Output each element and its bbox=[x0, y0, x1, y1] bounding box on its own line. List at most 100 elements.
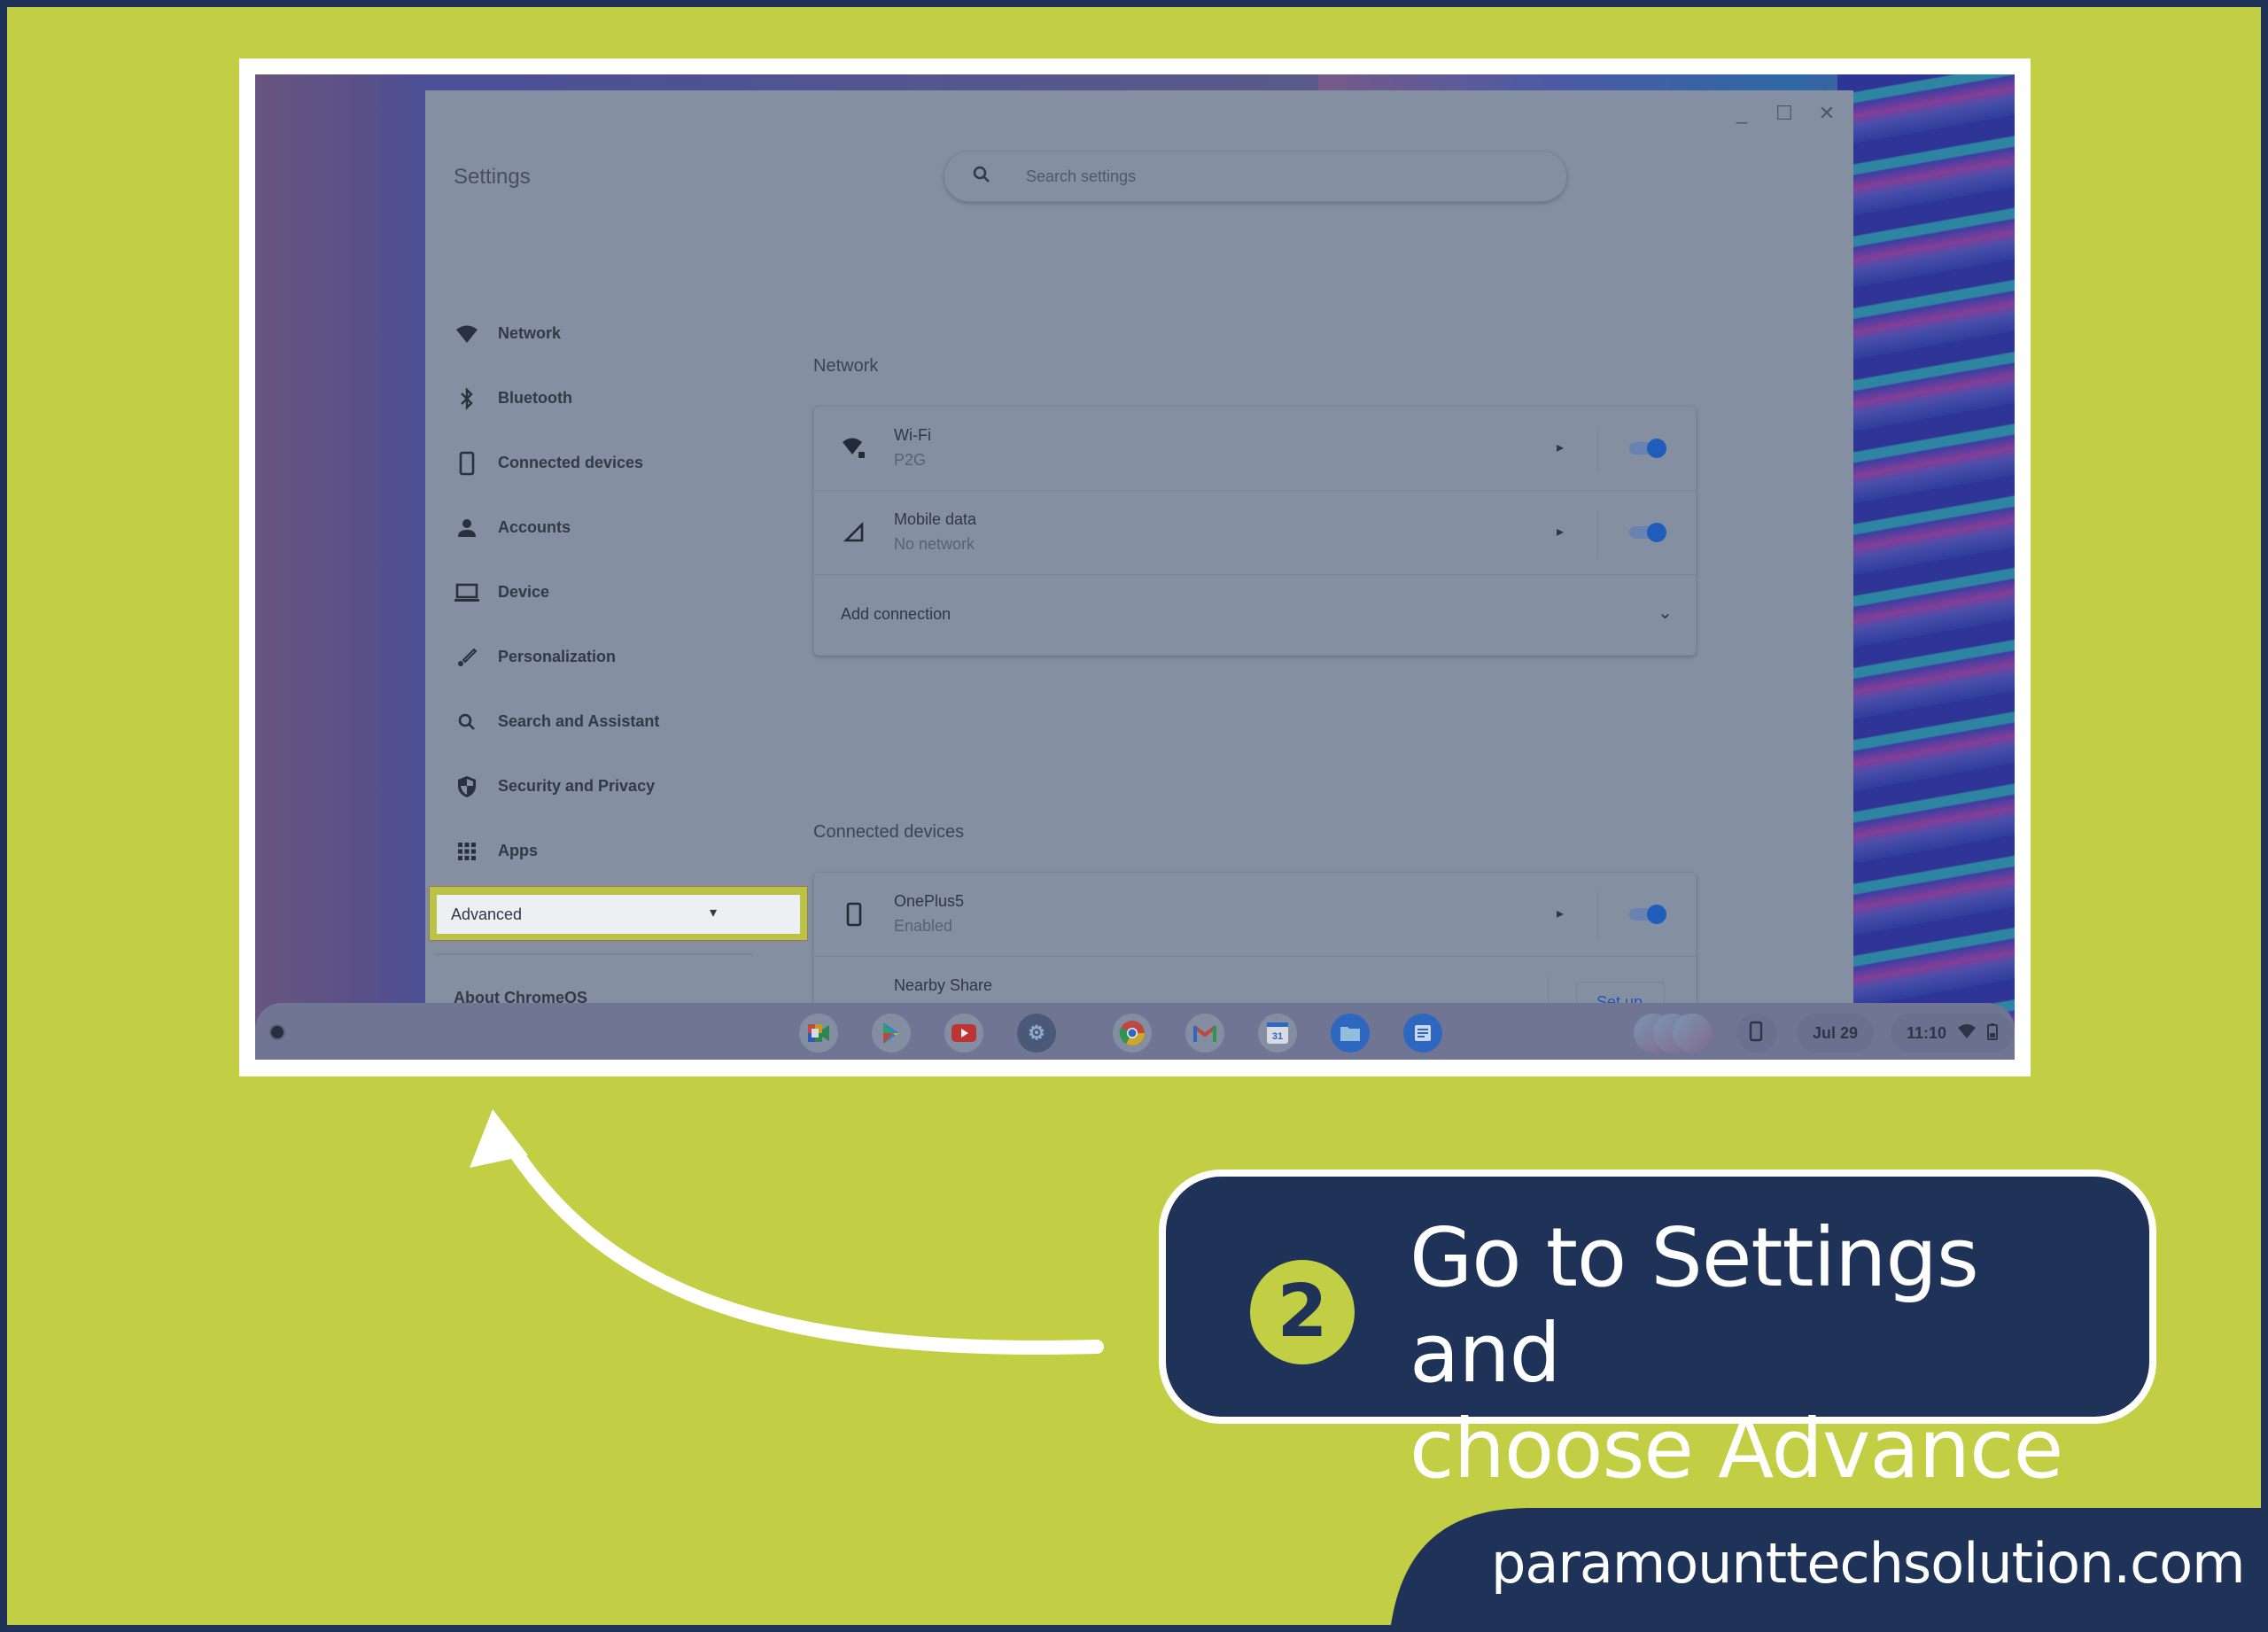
instruction-line-2: choose Advance bbox=[1410, 1402, 2063, 1496]
chevron-right-icon[interactable]: ▸ bbox=[1557, 523, 1564, 540]
shelf: ⚙ 31 Jul 29 11:10 bbox=[255, 1003, 2015, 1060]
battery-icon bbox=[1987, 1022, 1999, 1045]
device-status: Enabled bbox=[894, 917, 953, 935]
caret-down-icon: ▾ bbox=[710, 905, 718, 921]
window-controls: _ ☐ ✕ bbox=[1733, 104, 1836, 123]
sidebar-item-search-and-assistant[interactable]: Search and Assistant bbox=[425, 689, 797, 754]
sidebar-item-apps[interactable]: Apps bbox=[425, 819, 797, 883]
calendar-icon[interactable]: 31 bbox=[1258, 1014, 1297, 1053]
search-input[interactable]: Search settings bbox=[944, 151, 1567, 202]
wallpaper bbox=[1837, 74, 2015, 1060]
search-icon bbox=[971, 164, 992, 191]
settings-window: _ ☐ ✕ Settings Search settings Network B… bbox=[425, 90, 1853, 1060]
files-icon[interactable] bbox=[1331, 1014, 1370, 1053]
chevron-right-icon[interactable]: ▸ bbox=[1557, 439, 1564, 456]
apps-grid-icon bbox=[454, 838, 480, 865]
laptop-icon bbox=[454, 579, 480, 606]
wifi-lock-icon bbox=[841, 435, 867, 462]
phone-icon bbox=[454, 450, 480, 477]
wifi-title: Wi-Fi bbox=[894, 426, 931, 444]
device-name: OnePlus5 bbox=[894, 892, 965, 910]
phone-icon bbox=[1749, 1021, 1763, 1046]
sidebar-item-label: Device bbox=[498, 583, 550, 601]
youtube-icon[interactable] bbox=[944, 1014, 983, 1053]
sidebar-item-label: Search and Assistant bbox=[498, 712, 660, 730]
mobile-data-title: Mobile data bbox=[894, 510, 977, 528]
add-connection-label: Add connection bbox=[841, 605, 951, 623]
callout-body: 2 Go to Settings and choose Advance bbox=[1166, 1177, 2149, 1496]
sidebar-item-label: Network bbox=[498, 324, 562, 342]
oneplus5-row[interactable]: OnePlus5 Enabled ▸ bbox=[814, 873, 1696, 957]
sidebar-item-connected-devices[interactable]: Connected devices bbox=[425, 431, 797, 495]
sidebar-item-label: Apps bbox=[498, 842, 538, 859]
sidebar-item-device[interactable]: Device bbox=[425, 560, 797, 625]
date-label: Jul 29 bbox=[1813, 1023, 1859, 1042]
add-connection-row[interactable]: Add connection ⌄ bbox=[814, 575, 1696, 655]
sidebar-item-label: Connected devices bbox=[498, 454, 644, 471]
wifi-row[interactable]: Wi-Fi P2G ▸ bbox=[814, 407, 1696, 491]
launcher-button[interactable] bbox=[269, 1024, 285, 1040]
close-icon[interactable]: ✕ bbox=[1818, 104, 1836, 123]
step-callout: 2 Go to Settings and choose Advance bbox=[1159, 1170, 2156, 1496]
mobile-data-toggle[interactable] bbox=[1629, 523, 1666, 542]
mobile-data-status: No network bbox=[894, 535, 975, 553]
settings-app-icon[interactable]: ⚙ bbox=[1017, 1014, 1056, 1053]
step-number-badge: 2 bbox=[1250, 1260, 1355, 1364]
advanced-label: Advanced bbox=[451, 905, 523, 923]
cellular-icon bbox=[841, 519, 867, 546]
sidebar-item-personalization[interactable]: Personalization bbox=[425, 625, 797, 689]
person-icon bbox=[454, 515, 480, 541]
maximize-icon[interactable]: ☐ bbox=[1775, 104, 1793, 123]
sidebar-item-network[interactable]: Network bbox=[425, 301, 797, 366]
bluetooth-icon bbox=[454, 385, 480, 412]
wifi-icon bbox=[1957, 1023, 1977, 1044]
brush-icon bbox=[454, 644, 480, 671]
svg-text:31: 31 bbox=[1272, 1031, 1283, 1042]
sidebar-item-security-and-privacy[interactable]: Security and Privacy bbox=[425, 754, 797, 819]
time-label: 11:10 bbox=[1907, 1023, 1947, 1042]
holding-space-avatars[interactable] bbox=[1634, 1014, 1713, 1053]
search-icon bbox=[454, 709, 480, 735]
phone-hub-button[interactable] bbox=[1736, 1014, 1777, 1053]
divider bbox=[1597, 426, 1598, 472]
chromeos-screenshot: _ ☐ ✕ Settings Search settings Network B… bbox=[255, 74, 2015, 1060]
wifi-icon bbox=[454, 321, 480, 347]
chevron-right-icon[interactable]: ▸ bbox=[1557, 905, 1564, 922]
tutorial-canvas: _ ☐ ✕ Settings Search settings Network B… bbox=[7, 7, 2261, 1625]
settings-title: Settings bbox=[454, 165, 531, 189]
sidebar-item-bluetooth[interactable]: Bluetooth bbox=[425, 366, 797, 431]
wifi-toggle[interactable] bbox=[1629, 439, 1666, 458]
website-url[interactable]: paramounttechsolution.com bbox=[1491, 1531, 2246, 1596]
mobile-data-row[interactable]: Mobile data No network ▸ bbox=[814, 491, 1696, 575]
chrome-icon[interactable] bbox=[1113, 1014, 1152, 1053]
connected-devices-section-title: Connected devices bbox=[813, 822, 965, 842]
wifi-network-name: P2G bbox=[894, 451, 927, 469]
sidebar-item-label: Bluetooth bbox=[498, 389, 572, 407]
google-meet-icon[interactable] bbox=[799, 1014, 838, 1053]
docs-icon[interactable] bbox=[1403, 1014, 1442, 1053]
sidebar-nav: Network Bluetooth Connected devices Acco… bbox=[425, 301, 797, 948]
nearby-share-title: Nearby Share bbox=[894, 976, 993, 994]
arrow-head bbox=[470, 1109, 528, 1168]
sidebar-item-advanced[interactable]: Advanced ▾ bbox=[437, 895, 800, 934]
divider bbox=[1597, 892, 1598, 938]
play-store-icon[interactable] bbox=[872, 1014, 911, 1053]
screenshot-frame: _ ☐ ✕ Settings Search settings Network B… bbox=[239, 58, 2031, 1076]
gmail-icon[interactable] bbox=[1185, 1014, 1224, 1053]
minimize-icon[interactable]: _ bbox=[1733, 104, 1751, 123]
status-tray[interactable]: 11:10 bbox=[1891, 1014, 2015, 1053]
advanced-highlight: Advanced ▾ bbox=[429, 886, 808, 941]
date-tray[interactable]: Jul 29 bbox=[1797, 1014, 1875, 1053]
sidebar-divider bbox=[434, 953, 753, 955]
phone-icon bbox=[841, 901, 867, 928]
sidebar-item-label: Security and Privacy bbox=[498, 777, 656, 795]
divider bbox=[1597, 510, 1598, 556]
instruction-line-1: Go to Settings and bbox=[1410, 1210, 1979, 1401]
sidebar-item-label: Personalization bbox=[498, 648, 617, 665]
chevron-down-icon: ⌄ bbox=[1658, 603, 1673, 623]
search-placeholder: Search settings bbox=[1026, 167, 1137, 185]
sidebar-item-accounts[interactable]: Accounts bbox=[425, 495, 797, 560]
network-card: Wi-Fi P2G ▸ Mobile data No network ▸ Add… bbox=[813, 406, 1697, 656]
oneplus5-toggle[interactable] bbox=[1629, 905, 1666, 924]
shield-icon bbox=[454, 773, 480, 800]
